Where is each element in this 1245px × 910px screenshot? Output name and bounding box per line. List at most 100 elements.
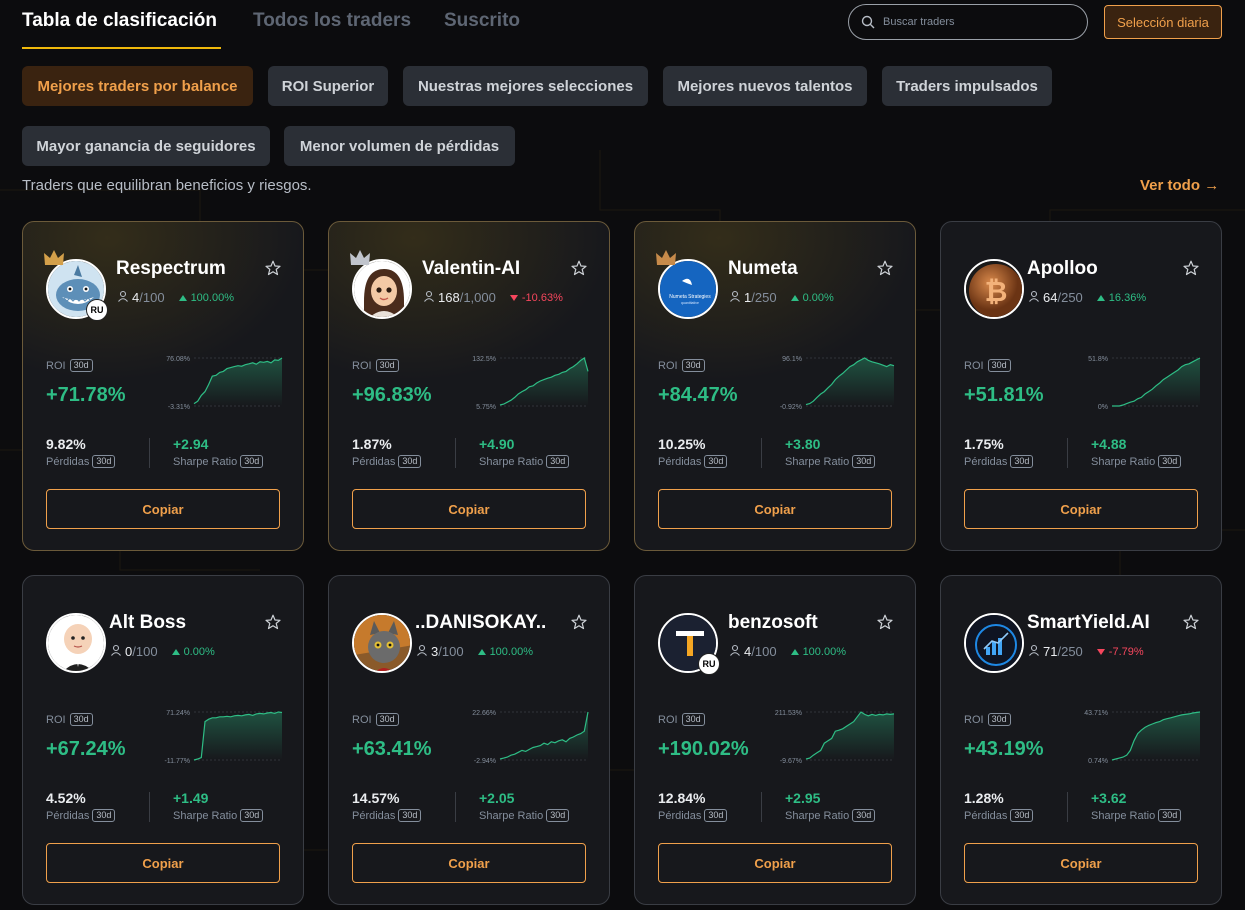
- trader-card[interactable]: ₿ Apolloo 64/250 16.36% ROI 30d +51.81% 51.8% 0%…: [940, 221, 1222, 551]
- period-tag: 30d: [1010, 809, 1034, 822]
- follower-change-value: 0.00%: [183, 645, 215, 658]
- tab-all-traders[interactable]: Todos los traders: [253, 10, 411, 32]
- follower-change-value: 100.00%: [489, 645, 533, 658]
- losses-value: 1.28%: [964, 790, 1004, 806]
- trader-card[interactable]: ..DANISOKAY.. 3/100 100.00% ROI 30d +63.41% 22…: [328, 575, 610, 905]
- trader-name[interactable]: benzosoft: [728, 612, 818, 634]
- trader-avatar-wrap[interactable]: RU: [658, 613, 720, 675]
- period-tag: 30d: [69, 359, 93, 372]
- favorite-star-icon[interactable]: [1183, 614, 1199, 635]
- search-input[interactable]: [883, 16, 1073, 28]
- filter-boosted-traders[interactable]: Traders impulsados: [882, 66, 1052, 106]
- copy-button[interactable]: Copiar: [46, 489, 280, 529]
- follower-stats: 1/250 0.00%: [729, 290, 834, 305]
- copy-button[interactable]: Copiar: [46, 843, 280, 883]
- trader-name[interactable]: SmartYield.AI: [1027, 612, 1150, 634]
- trader-avatar-wrap[interactable]: [350, 250, 414, 321]
- daily-pick-button[interactable]: Selección diaria: [1104, 5, 1222, 39]
- period-tag: 30d: [704, 809, 728, 822]
- follower-max: 100: [754, 644, 777, 659]
- follower-count: 4: [744, 644, 752, 659]
- roi-value: +84.47%: [658, 384, 738, 406]
- trader-name[interactable]: Alt Boss: [109, 612, 186, 634]
- trader-card[interactable]: RU benzosoft 4/100 100.00% ROI 30d +190.02% 211…: [634, 575, 916, 905]
- sharpe-metric: +2.95 Sharpe Ratio 30d: [785, 790, 876, 822]
- losses-metric: 1.75% Pérdidas 30d: [964, 436, 1034, 468]
- follower-change-value: 0.00%: [802, 291, 834, 304]
- see-all-link[interactable]: Ver todo →: [1140, 177, 1219, 194]
- sharpe-metric: +4.88 Sharpe Ratio 30d: [1091, 436, 1182, 468]
- trader-name[interactable]: Respectrum: [116, 258, 226, 280]
- favorite-star-icon[interactable]: [877, 614, 893, 635]
- favorite-star-icon[interactable]: [877, 260, 893, 281]
- sharpe-label: Sharpe Ratio: [479, 455, 544, 468]
- favorite-star-icon[interactable]: [571, 260, 587, 281]
- roi-sparkline: 71.24% -11.77%: [158, 708, 283, 765]
- filter-most-follower-gain[interactable]: Mayor ganancia de seguidores: [22, 126, 270, 166]
- roi-label-row: ROI 30d: [46, 359, 93, 372]
- roi-sparkline: 51.8% 0%: [1076, 354, 1201, 411]
- copy-button[interactable]: Copiar: [658, 843, 892, 883]
- sharpe-label: Sharpe Ratio: [173, 455, 238, 468]
- copy-button[interactable]: Copiar: [352, 489, 586, 529]
- trader-avatar-wrap[interactable]: [964, 613, 1026, 675]
- follower-max: 100: [142, 290, 165, 305]
- follower-change: -7.79%: [1096, 646, 1144, 658]
- follower-stats: 71/250 -7.79%: [1028, 644, 1144, 659]
- trader-avatar-wrap[interactable]: RU: [44, 250, 108, 321]
- losses-metric: 1.28% Pérdidas 30d: [964, 790, 1034, 822]
- filter-lowest-loss-volume[interactable]: Menor volumen de pérdidas: [284, 126, 515, 166]
- losses-label: Pérdidas: [46, 455, 90, 468]
- metric-divider: [149, 438, 150, 468]
- follower-change-value: 16.36%: [1108, 291, 1147, 304]
- tab-leaderboard[interactable]: Tabla de clasificación: [22, 10, 217, 32]
- trader-avatar-wrap[interactable]: ₿: [964, 259, 1026, 321]
- trader-name[interactable]: Valentin-AI: [422, 258, 520, 280]
- trader-avatar-wrap[interactable]: Numeta Strategies quantitative: [656, 250, 720, 321]
- trader-card[interactable]: RU Respectrum 4/100 100.00% ROI 30d +71.78% 76.…: [22, 221, 304, 551]
- follower-stats: 64/250 16.36%: [1028, 290, 1146, 305]
- follower-count: 0: [125, 644, 133, 659]
- copy-button[interactable]: Copiar: [352, 843, 586, 883]
- trader-avatar-wrap[interactable]: [46, 613, 108, 675]
- sharpe-metric: +1.49 Sharpe Ratio 30d: [173, 790, 264, 822]
- filter-new-talents[interactable]: Mejores nuevos talentos: [663, 66, 867, 106]
- sharpe-label: Sharpe Ratio: [173, 809, 238, 822]
- period-tag: 30d: [92, 455, 116, 468]
- chart-max-label: 211.53%: [775, 710, 802, 717]
- copy-button[interactable]: Copiar: [658, 489, 892, 529]
- trader-card[interactable]: SmartYield.AI 71/250 -7.79% ROI 30d +43.19% 43…: [940, 575, 1222, 905]
- filter-best-by-balance[interactable]: Mejores traders por balance: [22, 66, 253, 106]
- trader-card[interactable]: Numeta Strategies quantitative Numeta 1/250…: [634, 221, 916, 551]
- favorite-star-icon[interactable]: [571, 614, 587, 635]
- chart-max-label: 43.71%: [1084, 710, 1108, 717]
- trader-card[interactable]: Valentin-AI 168/1,000 -10.63% ROI 30d +96.83%…: [328, 221, 610, 551]
- roi-label-row: ROI 30d: [46, 713, 93, 726]
- svg-text:quantitative: quantitative: [681, 301, 699, 305]
- trader-card[interactable]: Alt Boss 0/100 0.00% ROI 30d +67.24% 71.24% -11…: [22, 575, 304, 905]
- favorite-star-icon[interactable]: [1183, 260, 1199, 281]
- person-icon: [1028, 644, 1040, 659]
- trader-name[interactable]: Apolloo: [1027, 258, 1098, 280]
- favorite-star-icon[interactable]: [265, 260, 281, 281]
- filter-our-best-picks[interactable]: Nuestras mejores selecciones: [403, 66, 648, 106]
- person-icon: [117, 290, 129, 305]
- trader-name[interactable]: Numeta: [728, 258, 798, 280]
- period-tag: 30d: [92, 809, 116, 822]
- sharpe-value: +3.80: [785, 436, 821, 452]
- trader-avatar-wrap[interactable]: [352, 613, 414, 675]
- copy-button[interactable]: Copiar: [964, 489, 1198, 529]
- trader-name[interactable]: ..DANISOKAY..: [415, 612, 546, 634]
- period-tag: 30d: [1158, 809, 1182, 822]
- cat-art-icon: [352, 613, 412, 673]
- losses-metric: 12.84% Pérdidas 30d: [658, 790, 728, 822]
- copy-button[interactable]: Copiar: [964, 843, 1198, 883]
- active-tab-underline: [22, 47, 221, 49]
- triangle-up-icon: [178, 292, 187, 304]
- favorite-star-icon[interactable]: [265, 614, 281, 635]
- tab-subscribed[interactable]: Suscrito: [444, 10, 520, 32]
- losses-label: Pérdidas: [352, 455, 396, 468]
- filter-top-roi[interactable]: ROI Superior: [268, 66, 388, 106]
- losses-value: 12.84%: [658, 790, 706, 806]
- period-tag: 30d: [852, 809, 876, 822]
